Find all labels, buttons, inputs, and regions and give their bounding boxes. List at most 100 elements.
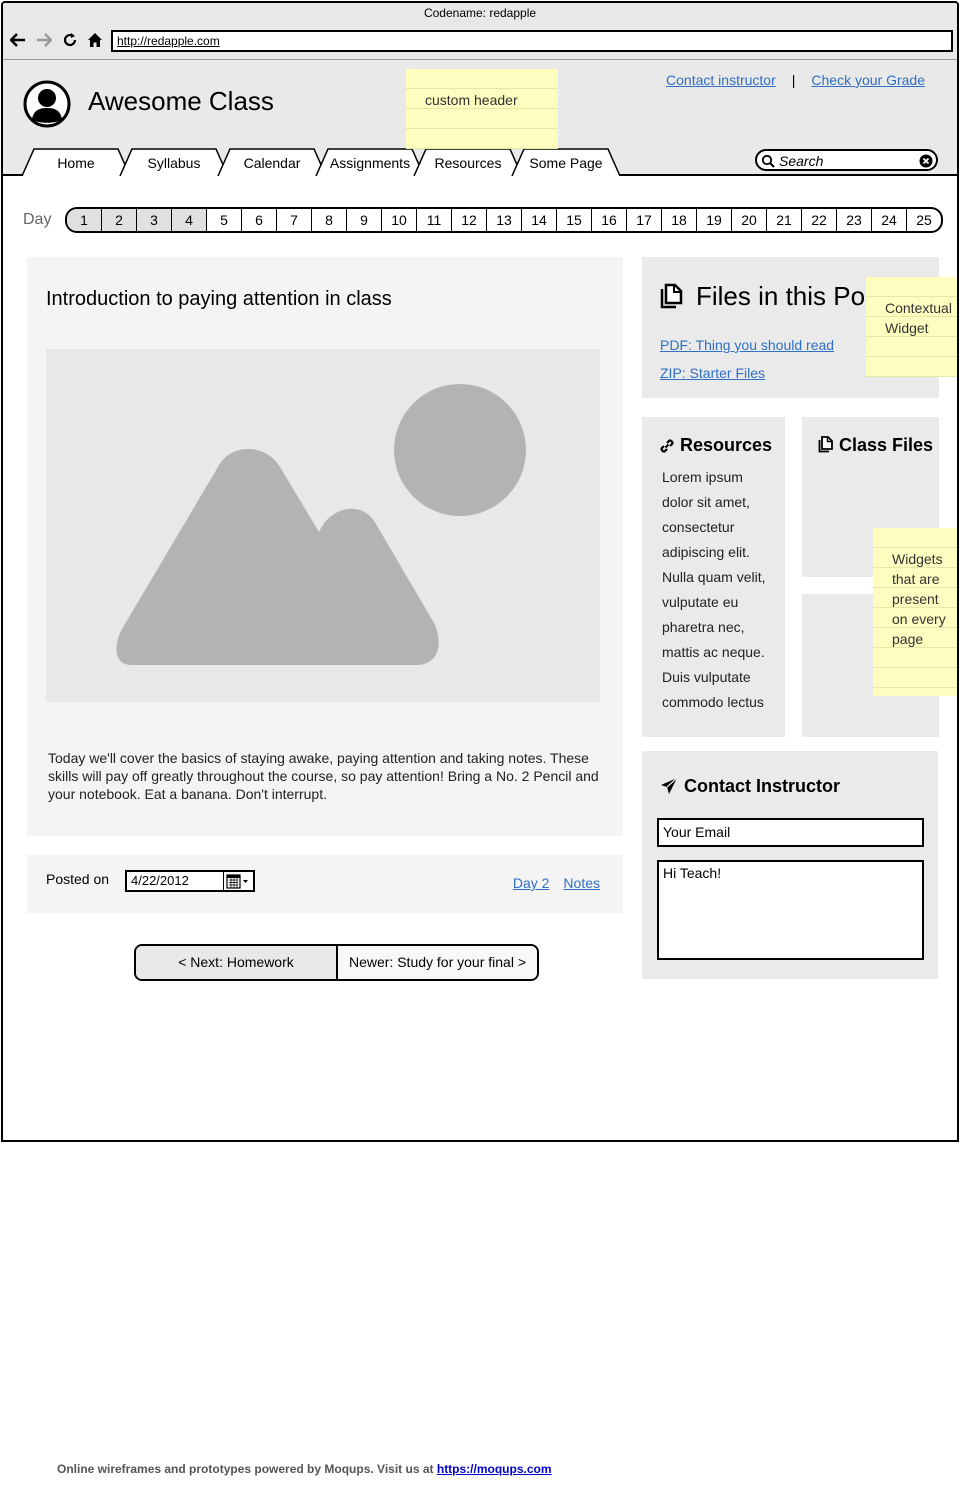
day-button-7[interactable]: 7 (277, 209, 312, 231)
sticky-note-widgets: Widgets that are present on every page (873, 528, 957, 696)
day-button-4[interactable]: 4 (172, 209, 207, 231)
day-button-21[interactable]: 21 (767, 209, 802, 231)
calendar-icon (226, 874, 248, 889)
tab-label: Some Page (529, 155, 603, 171)
tab-resources[interactable]: Resources (413, 148, 523, 176)
message-textarea[interactable]: Hi Teach! (657, 860, 924, 960)
day-button-17[interactable]: 17 (627, 209, 662, 231)
contact-title: Contact Instructor (684, 776, 841, 796)
day-link[interactable]: Day 2 (513, 875, 550, 891)
resources-title: Resources (680, 435, 773, 455)
pdf-file-link[interactable]: PDF: Thing you should read (660, 331, 834, 359)
check-grade-link[interactable]: Check your Grade (811, 72, 925, 88)
sticky-note-contextual: Contextual Widget (866, 277, 957, 377)
day-button-11[interactable]: 11 (417, 209, 452, 231)
link-separator: | (791, 72, 796, 88)
sticky-note-text: Contextual (885, 300, 952, 316)
day-selector: 1 2 3 4 5 6 7 8 9 10 11 12 13 14 15 16 17 18 19 20 21 22 23 24 2… (65, 207, 943, 233)
tab-some-page[interactable]: Some Page (511, 148, 621, 176)
day-button-8[interactable]: 8 (312, 209, 347, 231)
sticky-note-text: Widgets (892, 551, 943, 567)
tab-label: Assignments (329, 155, 411, 171)
image-placeholder (46, 349, 600, 702)
reload-icon[interactable] (60, 30, 80, 50)
previous-post-button[interactable]: < Next: Homework (136, 946, 338, 979)
email-field[interactable]: Your Email (657, 818, 924, 847)
day-button-6[interactable]: 6 (242, 209, 277, 231)
day-button-16[interactable]: 16 (592, 209, 627, 231)
files-widget-title: Files in this Post (696, 281, 886, 311)
day-button-2[interactable]: 2 (102, 209, 137, 231)
day-button-10[interactable]: 10 (382, 209, 417, 231)
date-input[interactable]: 4/22/2012 (125, 870, 255, 892)
notes-link[interactable]: Notes (563, 875, 600, 891)
files-icon (660, 283, 683, 309)
send-icon (661, 777, 678, 794)
day-button-14[interactable]: 14 (522, 209, 557, 231)
day-button-22[interactable]: 22 (802, 209, 837, 231)
forward-icon[interactable] (34, 30, 54, 50)
post-body: Today we'll cover the basics of staying … (48, 750, 599, 802)
window-title: Codename: redapple (423, 6, 537, 20)
tab-label: Home (57, 155, 95, 171)
sticky-note-header: custom header (406, 69, 558, 149)
search-icon (761, 154, 775, 168)
sticky-note-text: on every (892, 611, 946, 627)
url-input[interactable]: http://redapple.com (111, 30, 953, 52)
link-icon (660, 439, 674, 453)
sticky-note-text: Widget (885, 320, 929, 336)
posted-on-label: Posted on (46, 871, 110, 887)
day-button-1[interactable]: 1 (67, 209, 102, 231)
sticky-note-text: page (892, 631, 924, 647)
search-input[interactable]: Search (755, 149, 938, 171)
posted-info-bar: Posted on 4/22/2012 Day 2 Notes (27, 855, 623, 913)
footer-text: Online wireframes and prototypes powered… (57, 1462, 437, 1476)
footer: Online wireframes and prototypes powered… (57, 1462, 552, 1476)
contact-instructor-link[interactable]: Contact instructor (666, 72, 776, 88)
day-button-3[interactable]: 3 (137, 209, 172, 231)
sticky-note-text: custom header (425, 92, 518, 108)
post-links: Day 2 Notes (513, 875, 600, 891)
files-links: PDF: Thing you should read ZIP: Starter … (660, 331, 834, 387)
tab-assignments[interactable]: Assignments (315, 148, 425, 176)
day-button-19[interactable]: 19 (697, 209, 732, 231)
home-icon[interactable] (85, 30, 105, 50)
day-button-9[interactable]: 9 (347, 209, 382, 231)
resources-widget: Resources Lorem ipsum dolor sit amet, co… (642, 417, 785, 737)
day-button-13[interactable]: 13 (487, 209, 522, 231)
day-button-15[interactable]: 15 (557, 209, 592, 231)
files-icon (818, 436, 833, 453)
day-button-18[interactable]: 18 (662, 209, 697, 231)
zip-file-link[interactable]: ZIP: Starter Files (660, 359, 834, 387)
top-links: Contact instructor | Check your Grade (666, 72, 925, 88)
tab-label: Resources (434, 155, 502, 171)
tab-calendar[interactable]: Calendar (217, 148, 327, 176)
tab-home[interactable]: Home (21, 148, 131, 176)
day-button-20[interactable]: 20 (732, 209, 767, 231)
sticky-note-text: present (892, 591, 939, 607)
day-button-5[interactable]: 5 (207, 209, 242, 231)
back-icon[interactable] (8, 30, 28, 50)
tab-label: Syllabus (147, 155, 201, 171)
clear-search-icon[interactable] (919, 154, 933, 168)
class-files-title: Class Files (839, 435, 934, 455)
post-title: Introduction to paying attention in clas… (46, 288, 392, 310)
image-placeholder-icon (116, 384, 526, 665)
calendar-button[interactable] (223, 872, 253, 890)
day-button-23[interactable]: 23 (837, 209, 872, 231)
avatar-icon (23, 80, 71, 128)
browser-chrome: Codename: redapple http://redapple.com (3, 3, 957, 60)
day-label: Day (23, 211, 52, 228)
day-button-25[interactable]: 25 (907, 209, 941, 231)
day-button-24[interactable]: 24 (872, 209, 907, 231)
search-placeholder: Search (779, 153, 824, 169)
tab-syllabus[interactable]: Syllabus (119, 148, 229, 176)
day-button-12[interactable]: 12 (452, 209, 487, 231)
post-pager: < Next: Homework Newer: Study for your f… (134, 944, 539, 981)
moqups-link[interactable]: https://moqups.com (437, 1462, 552, 1476)
contact-widget: Contact Instructor Your Email Hi Teach! (642, 751, 938, 979)
next-post-button[interactable]: Newer: Study for your final > (338, 946, 537, 979)
tab-label: Calendar (243, 155, 301, 171)
browser-window: Codename: redapple http://redapple.com A… (1, 1, 959, 1142)
post-card: Introduction to paying attention in clas… (27, 257, 623, 836)
